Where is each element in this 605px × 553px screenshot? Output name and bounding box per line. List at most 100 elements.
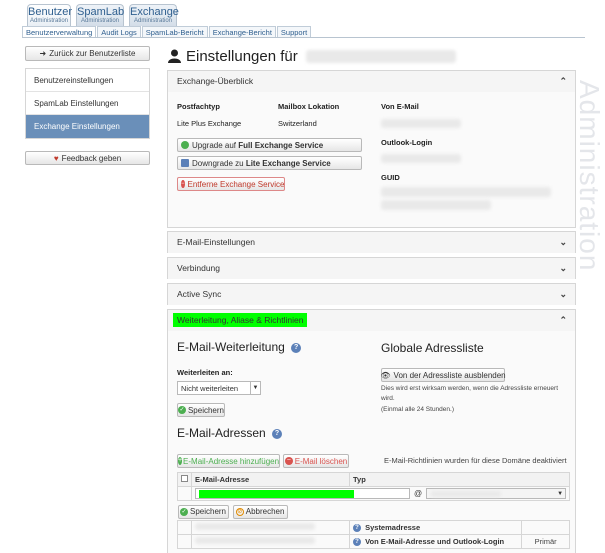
help-icon[interactable]: ? [353,524,361,532]
upgrade-prefix: Upgrade auf [192,140,239,150]
subnav-exchange-bericht[interactable]: Exchange-Bericht [208,26,276,37]
delete-email-button[interactable]: − E-Mail löschen [283,454,349,468]
user-icon [168,49,181,63]
policy-disabled-note: E-Mail-Richtlinien wurden für diese Domä… [384,456,567,465]
section-forwarding-header[interactable]: Weiterleitung, Aliase & Richtlinien ⌃ [168,310,575,331]
tab-exchange[interactable]: Exchange Administration [129,4,179,26]
hide-from-address-list-button[interactable]: 👁 Von der Adressliste ausblenden [380,368,506,382]
forward-to-select[interactable]: Nicht weiterleiten ▼ [177,381,261,395]
address-type-cell: ? Systemadresse [348,520,523,535]
redacted-outlook-login [381,154,461,163]
heart-icon: ♥ [53,153,59,163]
help-icon[interactable]: ? [291,342,302,353]
at-sign: @ [414,489,423,498]
redacted-input-value [199,490,354,498]
remove-exchange-service-button[interactable]: − Entferne Exchange Service [177,177,285,191]
check-icon: ✓ [178,406,186,414]
tab-benutzer-label: Benutzer [28,6,73,18]
tab-spamlab[interactable]: SpamLab Administration [76,4,124,26]
upgrade-full-exchange-button[interactable]: Upgrade auf Full Exchange Service [177,138,362,152]
sidebar-item-spamlab-settings[interactable]: SpamLab Einstellungen [26,92,149,115]
table-header-row: E-Mail-Adresse Typ [177,472,571,487]
section-email-settings-title: E-Mail-Einstellungen [177,237,255,247]
remove-icon: − [181,180,185,188]
help-icon[interactable]: ? [353,538,361,546]
exchange-overview-header[interactable]: Exchange-Überblick ⌃ [168,71,575,92]
email-forwarding-heading-text: E-Mail-Weiterleitung [177,340,285,354]
forward-to-label: Weiterleiten an: [177,368,233,377]
table-row: @ ▼ [177,486,571,501]
cancel-email-row-button[interactable]: ⊘ Abbrechen [232,504,288,519]
column-header-address: E-Mail-Adresse [191,472,350,487]
chevron-up-icon: ⌃ [559,76,567,86]
back-to-user-list-label: Zurück zur Benutzerliste [49,49,136,58]
page-title-text: Einstellungen für [186,47,298,65]
remove-exchange-label: Entferne Exchange Service [187,179,285,189]
subnav-spamlab-bericht[interactable]: SpamLab-Bericht [141,26,208,37]
section-forwarding-title: Weiterleitung, Aliase & Richtlinien [173,313,308,327]
section-active-sync[interactable]: Active Sync ⌄ [167,283,576,305]
section-email-settings[interactable]: E-Mail-Einstellungen ⌄ [167,231,576,253]
downgrade-prefix: Downgrade zu [192,158,246,168]
back-to-user-list-button[interactable]: ➜ Zurück zur Benutzerliste [25,46,150,61]
check-icon: ✓ [179,507,188,516]
email-local-part-input[interactable] [195,488,410,499]
select-arrow-icon: ▼ [250,382,260,394]
top-tab-bar: Benutzer Administration SpamLab Administ… [0,0,605,26]
hide-from-address-list-label: Von der Adressliste ausblenden [393,370,506,380]
add-email-address-label: E-Mail-Adresse hinzufügen [183,456,280,466]
chevron-down-icon: ⌄ [559,289,567,299]
chevron-down-icon: ⌄ [559,263,567,273]
tab-exchange-sublabel: Administration [133,18,172,24]
select-all-cell [177,472,192,487]
sidebar-item-user-settings[interactable]: Benutzereinstellungen [26,69,149,92]
help-icon[interactable]: ? [272,428,283,439]
administration-watermark: Administration [575,80,605,272]
redacted-address-cell [191,534,350,549]
downgrade-icon [181,159,189,167]
select-arrow-icon: ▼ [557,491,564,497]
downgrade-lite-exchange-button[interactable]: Downgrade zu Lite Exchange Service [177,156,362,170]
feedback-button[interactable]: ♥ Feedback geben [25,151,150,165]
save-forwarding-label: Speichern [187,405,224,415]
page-title: Einstellungen für [168,46,456,66]
email-forwarding-heading: E-Mail-Weiterleitung ? [177,340,302,354]
email-addresses-heading-text: E-Mail-Adressen [177,426,266,440]
gal-heading: Globale Adressliste [381,341,484,355]
subnav-support[interactable]: Support [276,26,312,37]
cancel-icon: ⊘ [235,507,244,516]
add-email-address-button[interactable]: + E-Mail-Adresse hinzufügen [177,454,280,468]
domain-select[interactable]: ▼ [426,488,567,499]
sidebar-item-exchange-settings[interactable]: Exchange Einstellungen [26,115,149,138]
section-active-sync-title: Active Sync [177,289,222,299]
chevron-up-icon: ⌃ [559,315,567,325]
guid-label: GUID [381,173,400,182]
redacted-user-name [305,49,456,63]
minus-icon: − [284,457,293,465]
section-connection-title: Verbindung [177,263,221,273]
plus-icon: + [177,457,183,465]
arrow-left-icon: ➜ [39,49,47,58]
tab-benutzer[interactable]: Benutzer Administration [27,4,73,26]
address-type-cell: ? Von E-Mail-Adresse und Outlook-Login [348,534,523,549]
chevron-down-icon: ⌄ [559,237,567,247]
feedback-label: Feedback geben [61,153,122,163]
email-address-table: E-Mail-Adresse Typ @ ▼ ✓ Speichern ⊘ Abb… [177,472,571,549]
sub-navigation: Benutzerverwaltung Audit Logs SpamLab-Be… [22,26,585,38]
upgrade-target: Full Exchange Service [238,140,324,150]
save-email-row-button[interactable]: ✓ Speichern [177,504,229,519]
save-forwarding-button[interactable]: ✓ Speichern [177,403,225,417]
outlook-login-label: Outlook-Login [381,138,433,147]
section-connection[interactable]: Verbindung ⌄ [167,257,576,279]
sidebar-menu: Benutzereinstellungen SpamLab Einstellun… [25,68,150,139]
table-row[interactable]: ? Von E-Mail-Adresse und Outlook-Login P… [177,534,571,549]
subnav-audit-logs[interactable]: Audit Logs [97,26,141,37]
table-row[interactable]: ? Systemadresse [177,520,571,535]
tab-exchange-label: Exchange [130,6,179,18]
redacted-address-cell [191,520,350,535]
subnav-benutzerverwaltung[interactable]: Benutzerverwaltung [22,26,97,37]
gal-note-line2: wird. [381,395,395,402]
from-email-label: Von E-Mail [381,102,419,111]
select-all-checkbox[interactable] [181,475,188,482]
gal-note-line1: Dies wird erst wirksam werden, wenn die … [381,385,559,392]
